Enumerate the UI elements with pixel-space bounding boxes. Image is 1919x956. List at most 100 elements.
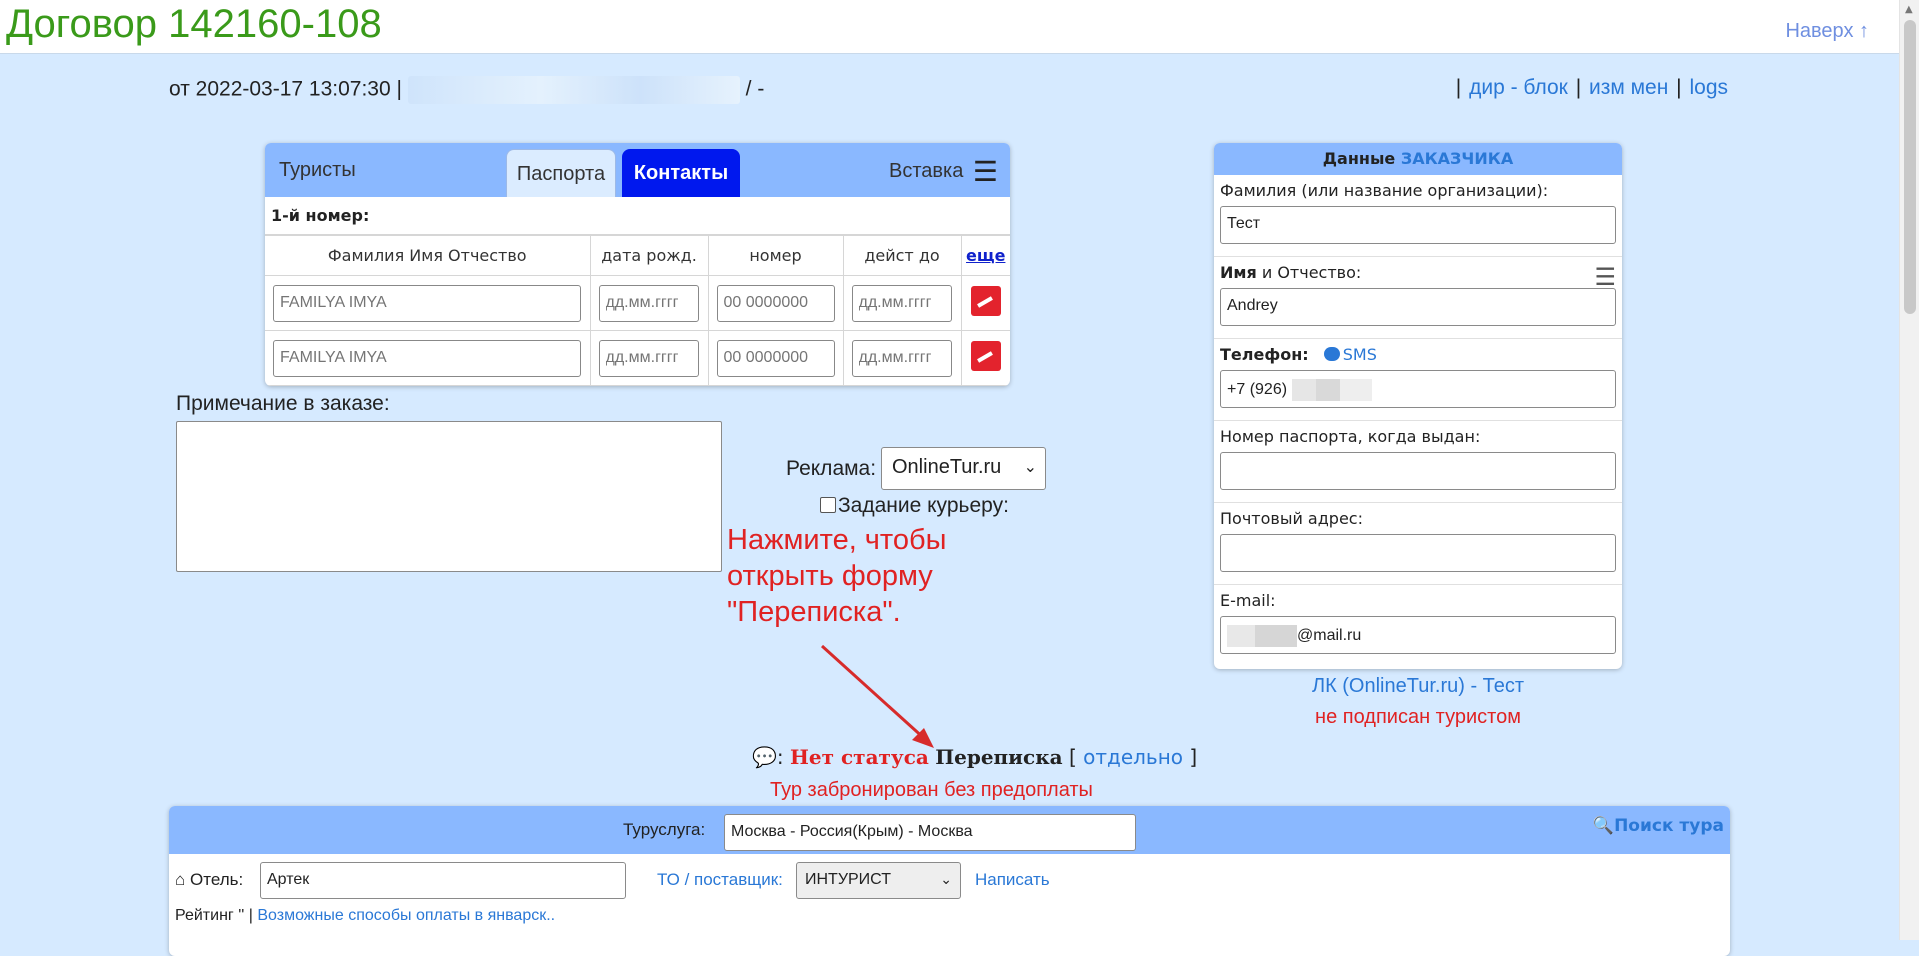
- search-icon: 🔍: [1592, 816, 1615, 836]
- pdf-sign-icon[interactable]: [970, 286, 1001, 316]
- back-to-top-link[interactable]: Наверх ↑: [1785, 20, 1869, 43]
- tour-service-header: Туруслуга: Москва - Россия(Крым) - Москв…: [169, 806, 1730, 854]
- hotel-row: ⌂ Отель: Артек ТО / поставщик: ИНТУРИСТ …: [175, 862, 1715, 902]
- courier-task[interactable]: Задание курьеру:: [820, 494, 1009, 518]
- phone-label: Телефон: SMS: [1220, 345, 1377, 364]
- rating-line: Рейтинг '' | Возможные способы оплаты в …: [175, 907, 555, 925]
- tourist-dob-input[interactable]: [598, 339, 699, 377]
- chat-bubbles-icon: 💬: [752, 745, 777, 769]
- surname-input[interactable]: Тест: [1220, 206, 1616, 244]
- room-label: 1-й номер:: [265, 197, 1010, 235]
- col-fullname: Фамилия Имя Отчество: [265, 235, 591, 276]
- personal-account: ЛК (OnlineTur.ru) - Тест не подписан тур…: [1214, 675, 1622, 729]
- address-input[interactable]: [1220, 534, 1616, 572]
- tourist-passport-input[interactable]: [716, 284, 835, 322]
- table-row: [265, 330, 1010, 386]
- link-logs[interactable]: logs: [1689, 76, 1728, 99]
- tab-passports[interactable]: Паспорта: [506, 149, 616, 197]
- tourists-title: Туристы: [279, 159, 356, 181]
- contract-date: от 2022-03-17 13:07:30 |: [169, 77, 402, 101]
- personal-account-link[interactable]: ЛК (OnlineTur.ru) - Тест: [1214, 675, 1622, 698]
- surname-label: Фамилия (или название организации):: [1220, 181, 1549, 200]
- scroll-up-arrow-icon[interactable]: ▲: [1905, 4, 1913, 15]
- annotation-hint: Нажмите, чтобы открыть форму "Переписка"…: [727, 524, 947, 628]
- tourist-name-input[interactable]: [273, 284, 581, 322]
- write-operator-link[interactable]: Написать: [975, 870, 1050, 890]
- top-links: | дир - блок | изм мен | logs: [1455, 76, 1728, 99]
- customer-header-prefix: Данные: [1322, 149, 1396, 168]
- name-label: Имя и Отчество:: [1220, 263, 1362, 282]
- insert-menu[interactable]: Вставка ☰: [889, 155, 998, 188]
- scroll-thumb[interactable]: [1904, 20, 1916, 314]
- email-label: E-mail:: [1220, 591, 1276, 610]
- redacted-email: [1227, 625, 1297, 647]
- hamburger-icon[interactable]: ☰: [973, 156, 998, 187]
- correspondence-status: Нет статуса: [790, 745, 929, 769]
- address-label: Почтовый адрес:: [1220, 509, 1363, 528]
- tourist-dob-input[interactable]: [598, 284, 699, 322]
- tourists-panel: Туристы Паспорта Контакты Вставка ☰ 1-й …: [265, 143, 1010, 386]
- sms-link[interactable]: SMS: [1323, 345, 1377, 364]
- pdf-sign-icon[interactable]: [970, 341, 1001, 371]
- tour-service-input[interactable]: Москва - Россия(Крым) - Москва: [724, 814, 1136, 851]
- tourist-expiry-input[interactable]: [851, 339, 952, 377]
- signature-status: не подписан туристом: [1315, 706, 1521, 728]
- col-dob: дата рожд.: [589, 235, 709, 276]
- hotel-input[interactable]: Артек: [260, 862, 626, 899]
- tourists-header: Туристы Паспорта Контакты Вставка ☰: [265, 143, 1010, 197]
- chevron-down-icon: ⌄: [940, 871, 952, 887]
- name-field: Имя и Отчество: ☰ Andrey: [1214, 257, 1622, 339]
- booking-status: Тур забронирован без предоплаты: [770, 779, 1093, 801]
- address-field: Почтовый адрес:: [1214, 503, 1622, 585]
- tourist-expiry-input[interactable]: [851, 284, 952, 322]
- insert-label: Вставка: [888, 159, 964, 182]
- email-input[interactable]: @mail.ru: [1220, 616, 1616, 654]
- sms-icon: [1323, 347, 1340, 361]
- contract-meta-suffix: / -: [745, 77, 765, 101]
- tour-service-panel: Туруслуга: Москва - Россия(Крым) - Москв…: [169, 806, 1730, 956]
- page-title: Договор 142160-108: [6, 2, 382, 46]
- table-row: [265, 275, 1010, 331]
- passport-field: Номер паспорта, когда выдан:: [1214, 421, 1622, 503]
- col-number: номер: [707, 235, 844, 276]
- link-change-manager[interactable]: изм мен: [1589, 76, 1668, 99]
- passport-input[interactable]: [1220, 452, 1616, 490]
- col-more: еще: [960, 235, 1010, 276]
- col-expiry: дейст до: [842, 235, 962, 276]
- name-input[interactable]: Andrey: [1220, 288, 1616, 326]
- payment-methods-link[interactable]: Возможные способы оплаты в январск..: [257, 907, 555, 924]
- tourist-passport-input[interactable]: [716, 339, 835, 377]
- passport-label: Номер паспорта, когда выдан:: [1220, 427, 1481, 446]
- operator-select-value: ИНТУРИСТ: [805, 871, 891, 888]
- tourists-table: Фамилия Имя Отчество дата рожд. номер де…: [265, 235, 1010, 386]
- customer-header: Данные ЗАКАЗЧИКА: [1214, 143, 1622, 175]
- order-note-textarea[interactable]: [176, 421, 722, 572]
- correspondence-open-link[interactable]: Переписка: [935, 745, 1062, 769]
- correspondence-separate-link[interactable]: отдельно: [1083, 745, 1183, 769]
- order-note-label: Примечание в заказе:: [176, 392, 390, 415]
- more-link[interactable]: еще: [966, 246, 1005, 265]
- home-icon: ⌂: [175, 870, 186, 889]
- phone-input[interactable]: +7 (926): [1220, 370, 1616, 408]
- bracket-close: ]: [1189, 745, 1198, 769]
- tourist-name-input[interactable]: [273, 339, 581, 377]
- courier-label: Задание курьеру:: [838, 494, 1009, 517]
- contract-meta: от 2022-03-17 13:07:30 | / -: [169, 76, 764, 104]
- ads-label: Реклама:: [786, 457, 877, 480]
- tour-search-link[interactable]: 🔍Поиск тура: [1593, 816, 1724, 836]
- courier-checkbox[interactable]: [820, 497, 836, 513]
- operator-select[interactable]: ИНТУРИСТ ⌄: [796, 862, 961, 899]
- tab-contacts[interactable]: Контакты: [622, 149, 740, 197]
- ads-select[interactable]: OnlineTur.ru ⌄: [881, 447, 1046, 490]
- link-dir-block[interactable]: дир - блок: [1469, 76, 1568, 99]
- redacted-phone: [1291, 379, 1372, 401]
- redacted-manager: [407, 76, 740, 104]
- operator-link[interactable]: ТО / поставщик:: [657, 870, 783, 890]
- customer-header-accent: ЗАКАЗЧИКА: [1400, 149, 1514, 168]
- surname-field: Фамилия (или название организации): Тест: [1214, 175, 1622, 257]
- email-field: E-mail: @mail.ru: [1214, 585, 1622, 667]
- correspondence-line: 💬: Нет статуса Переписка [ отдельно ]: [752, 745, 1198, 769]
- hamburger-icon[interactable]: ☰: [1594, 263, 1616, 291]
- top-bar: Договор 142160-108 Наверх ↑: [0, 0, 1899, 54]
- scrollbar[interactable]: ▲: [1899, 0, 1919, 940]
